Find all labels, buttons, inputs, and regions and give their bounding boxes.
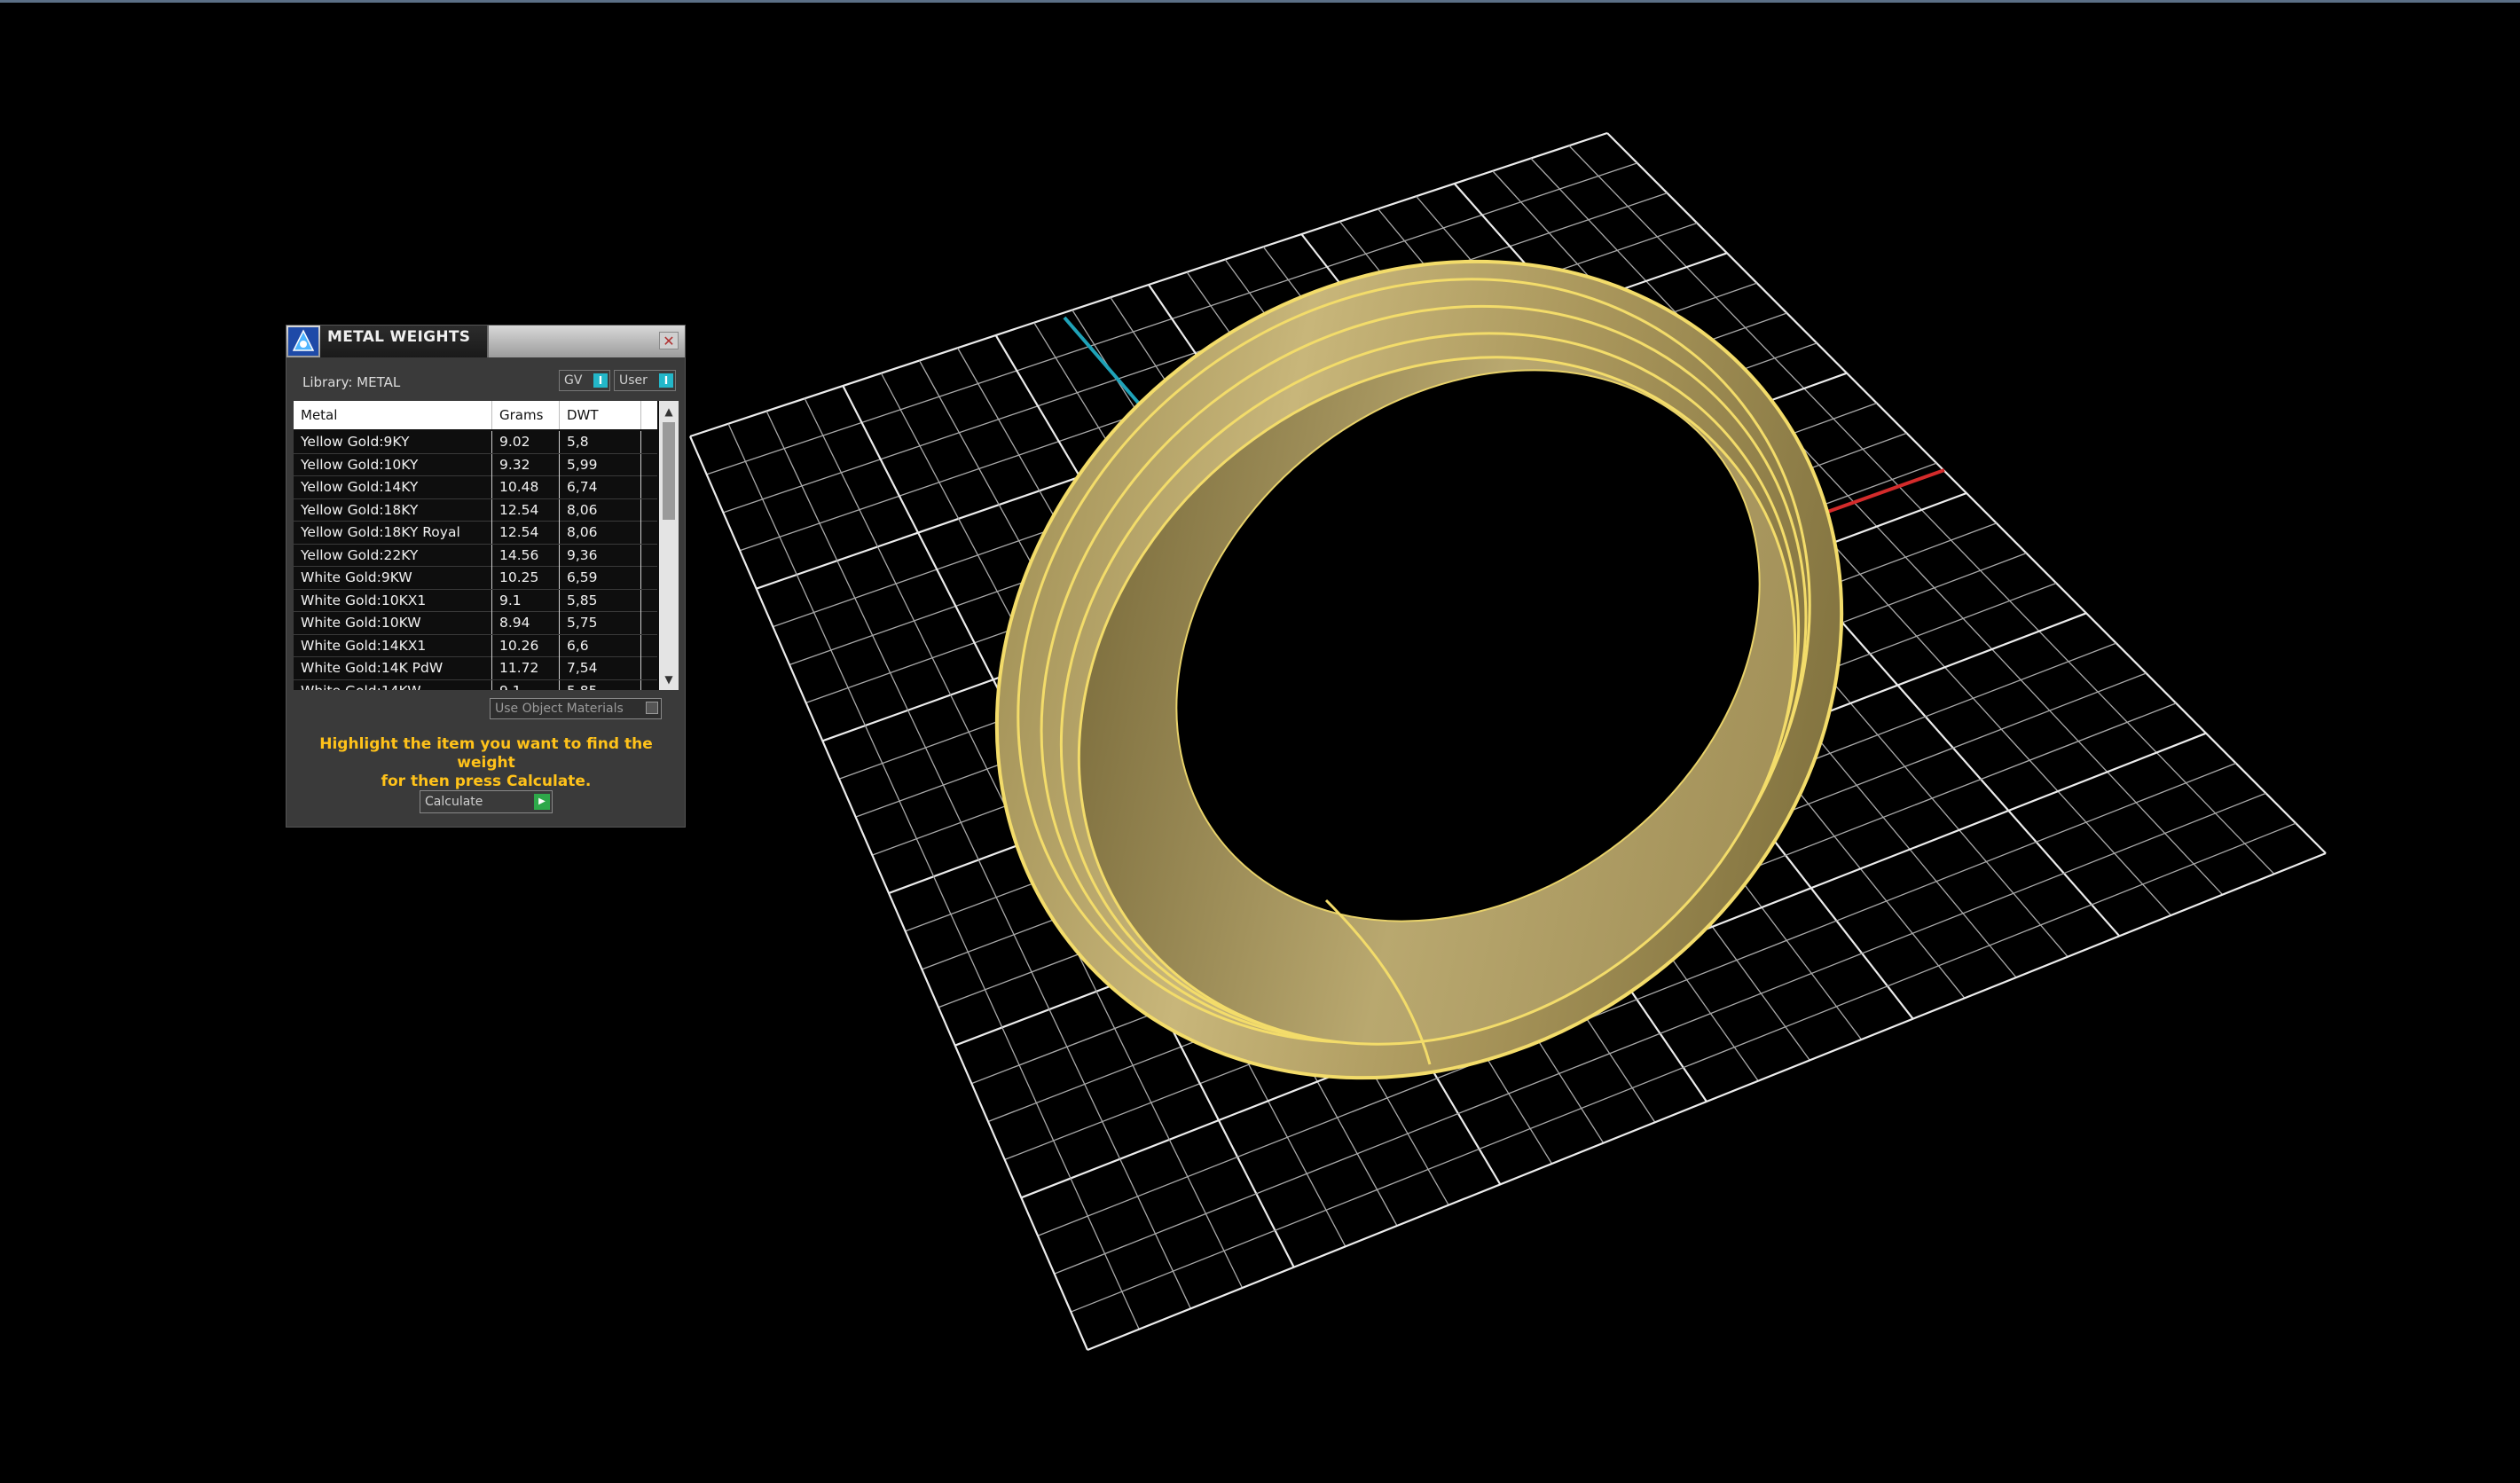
- column-header-grams[interactable]: Grams: [492, 401, 560, 429]
- cell-grams: 11.72: [492, 657, 560, 679]
- gv-toggle[interactable]: GV I: [559, 370, 610, 391]
- user-pin-icon: I: [659, 373, 673, 388]
- table-row[interactable]: White Gold:10KX1 9.1 5,85: [294, 589, 657, 612]
- cell-grams: 8.94: [492, 612, 560, 634]
- cell-dwt: 5,8: [560, 431, 641, 453]
- metal-weights-panel: METAL WEIGHTS ✕ Library: METAL GV I User…: [286, 325, 686, 828]
- cell-grams: 12.54: [492, 498, 560, 522]
- column-header-metal[interactable]: Metal: [294, 401, 492, 429]
- gv-pin-icon: I: [593, 373, 608, 388]
- calculate-button[interactable]: Calculate ▶: [420, 790, 553, 813]
- cell-metal: White Gold:9KW: [294, 567, 492, 589]
- metal-weights-icon: [288, 327, 318, 356]
- cell-metal: Yellow Gold:10KY: [294, 453, 492, 476]
- cell-grams: 9.02: [492, 431, 560, 453]
- table-row[interactable]: White Gold:10KW 8.94 5,75: [294, 612, 657, 635]
- cell-dwt: 8,06: [560, 522, 641, 544]
- table-row[interactable]: White Gold:14KX1 10.26 6,6: [294, 634, 657, 657]
- instruction-line-1: Highlight the item you want to find the …: [319, 735, 653, 772]
- instruction-line-2: for then press Calculate.: [381, 773, 592, 790]
- scroll-thumb[interactable]: [663, 422, 675, 520]
- calculate-label: Calculate: [425, 795, 483, 809]
- table-row[interactable]: Yellow Gold:10KY 9.32 5,99: [294, 453, 657, 476]
- cell-metal: White Gold:14KX1: [294, 634, 492, 657]
- cell-metal: Yellow Gold:18KY Royal: [294, 522, 492, 544]
- cell-metal: White Gold:10KX1: [294, 589, 492, 612]
- instruction-text: Highlight the item you want to find the …: [300, 735, 672, 791]
- cell-metal: Yellow Gold:22KY: [294, 544, 492, 567]
- cell-grams: 12.54: [492, 522, 560, 544]
- cell-metal: Yellow Gold:9KY: [294, 431, 492, 453]
- cell-grams: 9.32: [492, 453, 560, 476]
- cell-metal: Yellow Gold:18KY: [294, 498, 492, 522]
- checkbox-icon: [646, 702, 658, 714]
- panel-titlebar[interactable]: METAL WEIGHTS ✕: [287, 326, 685, 357]
- table-row[interactable]: Yellow Gold:18KY Royal 12.54 8,06: [294, 522, 657, 545]
- cell-grams: 9.1: [492, 679, 560, 690]
- play-arrow-icon: ▶: [534, 794, 550, 810]
- cell-grams: 9.1: [492, 589, 560, 612]
- gv-label: GV: [564, 373, 583, 388]
- metal-table: Metal Grams DWT Yellow Gold:9KY 9.02 5,8 Ye…: [294, 401, 679, 690]
- cell-metal: White Gold:10KW: [294, 612, 492, 634]
- cell-dwt: 5,75: [560, 612, 641, 634]
- table-row[interactable]: White Gold:9KW 10.25 6,59: [294, 567, 657, 590]
- table-row[interactable]: White Gold:14KW9.15,85: [294, 679, 657, 690]
- cell-grams: 10.25: [492, 567, 560, 589]
- scroll-up-icon[interactable]: ▲: [659, 403, 679, 420]
- user-toggle[interactable]: User I: [614, 370, 676, 391]
- panel-title: METAL WEIGHTS: [327, 328, 471, 346]
- table-row[interactable]: Yellow Gold:18KY 12.54 8,06: [294, 498, 657, 522]
- library-label: Library: METAL: [302, 374, 401, 390]
- use-object-materials-checkbox[interactable]: Use Object Materials: [490, 698, 662, 719]
- cell-grams: 10.48: [492, 476, 560, 498]
- table-scrollbar[interactable]: ▲ ▼: [659, 401, 679, 690]
- cell-dwt: 6,6: [560, 634, 641, 657]
- scroll-down-icon[interactable]: ▼: [659, 671, 679, 688]
- cell-dwt: 8,06: [560, 498, 641, 522]
- cell-dwt: 9,36: [560, 544, 641, 567]
- cell-grams: 10.26: [492, 634, 560, 657]
- table-header: Metal Grams DWT: [294, 401, 657, 429]
- use-object-materials-label: Use Object Materials: [495, 702, 624, 716]
- cell-metal: White Gold:14KW: [294, 679, 492, 690]
- table-row[interactable]: Yellow Gold:9KY 9.02 5,8: [294, 431, 657, 454]
- user-label: User: [619, 373, 648, 388]
- cell-metal: Yellow Gold:14KY: [294, 476, 492, 498]
- cell-dwt: 6,74: [560, 476, 641, 498]
- cell-dwt: 5,85: [560, 589, 641, 612]
- table-row[interactable]: White Gold:14K PdW 11.72 7,54: [294, 657, 657, 680]
- column-header-dwt[interactable]: DWT: [560, 401, 641, 429]
- ring-model[interactable]: [833, 93, 2006, 1246]
- table-body: Yellow Gold:9KY 9.02 5,8 Yellow Gold:10KY 9.…: [294, 431, 657, 690]
- cell-grams: 14.56: [492, 544, 560, 567]
- cell-dwt: 5,99: [560, 453, 641, 476]
- cell-metal: White Gold:14K PdW: [294, 657, 492, 679]
- close-button[interactable]: ✕: [659, 332, 679, 349]
- cell-dwt: 7,54: [560, 657, 641, 679]
- table-row[interactable]: Yellow Gold:14KY 10.48 6,74: [294, 476, 657, 499]
- cell-dwt: 6,59: [560, 567, 641, 589]
- table-row[interactable]: Yellow Gold:22KY 14.56 9,36: [294, 544, 657, 567]
- cell-dwt: 5,85: [560, 679, 641, 690]
